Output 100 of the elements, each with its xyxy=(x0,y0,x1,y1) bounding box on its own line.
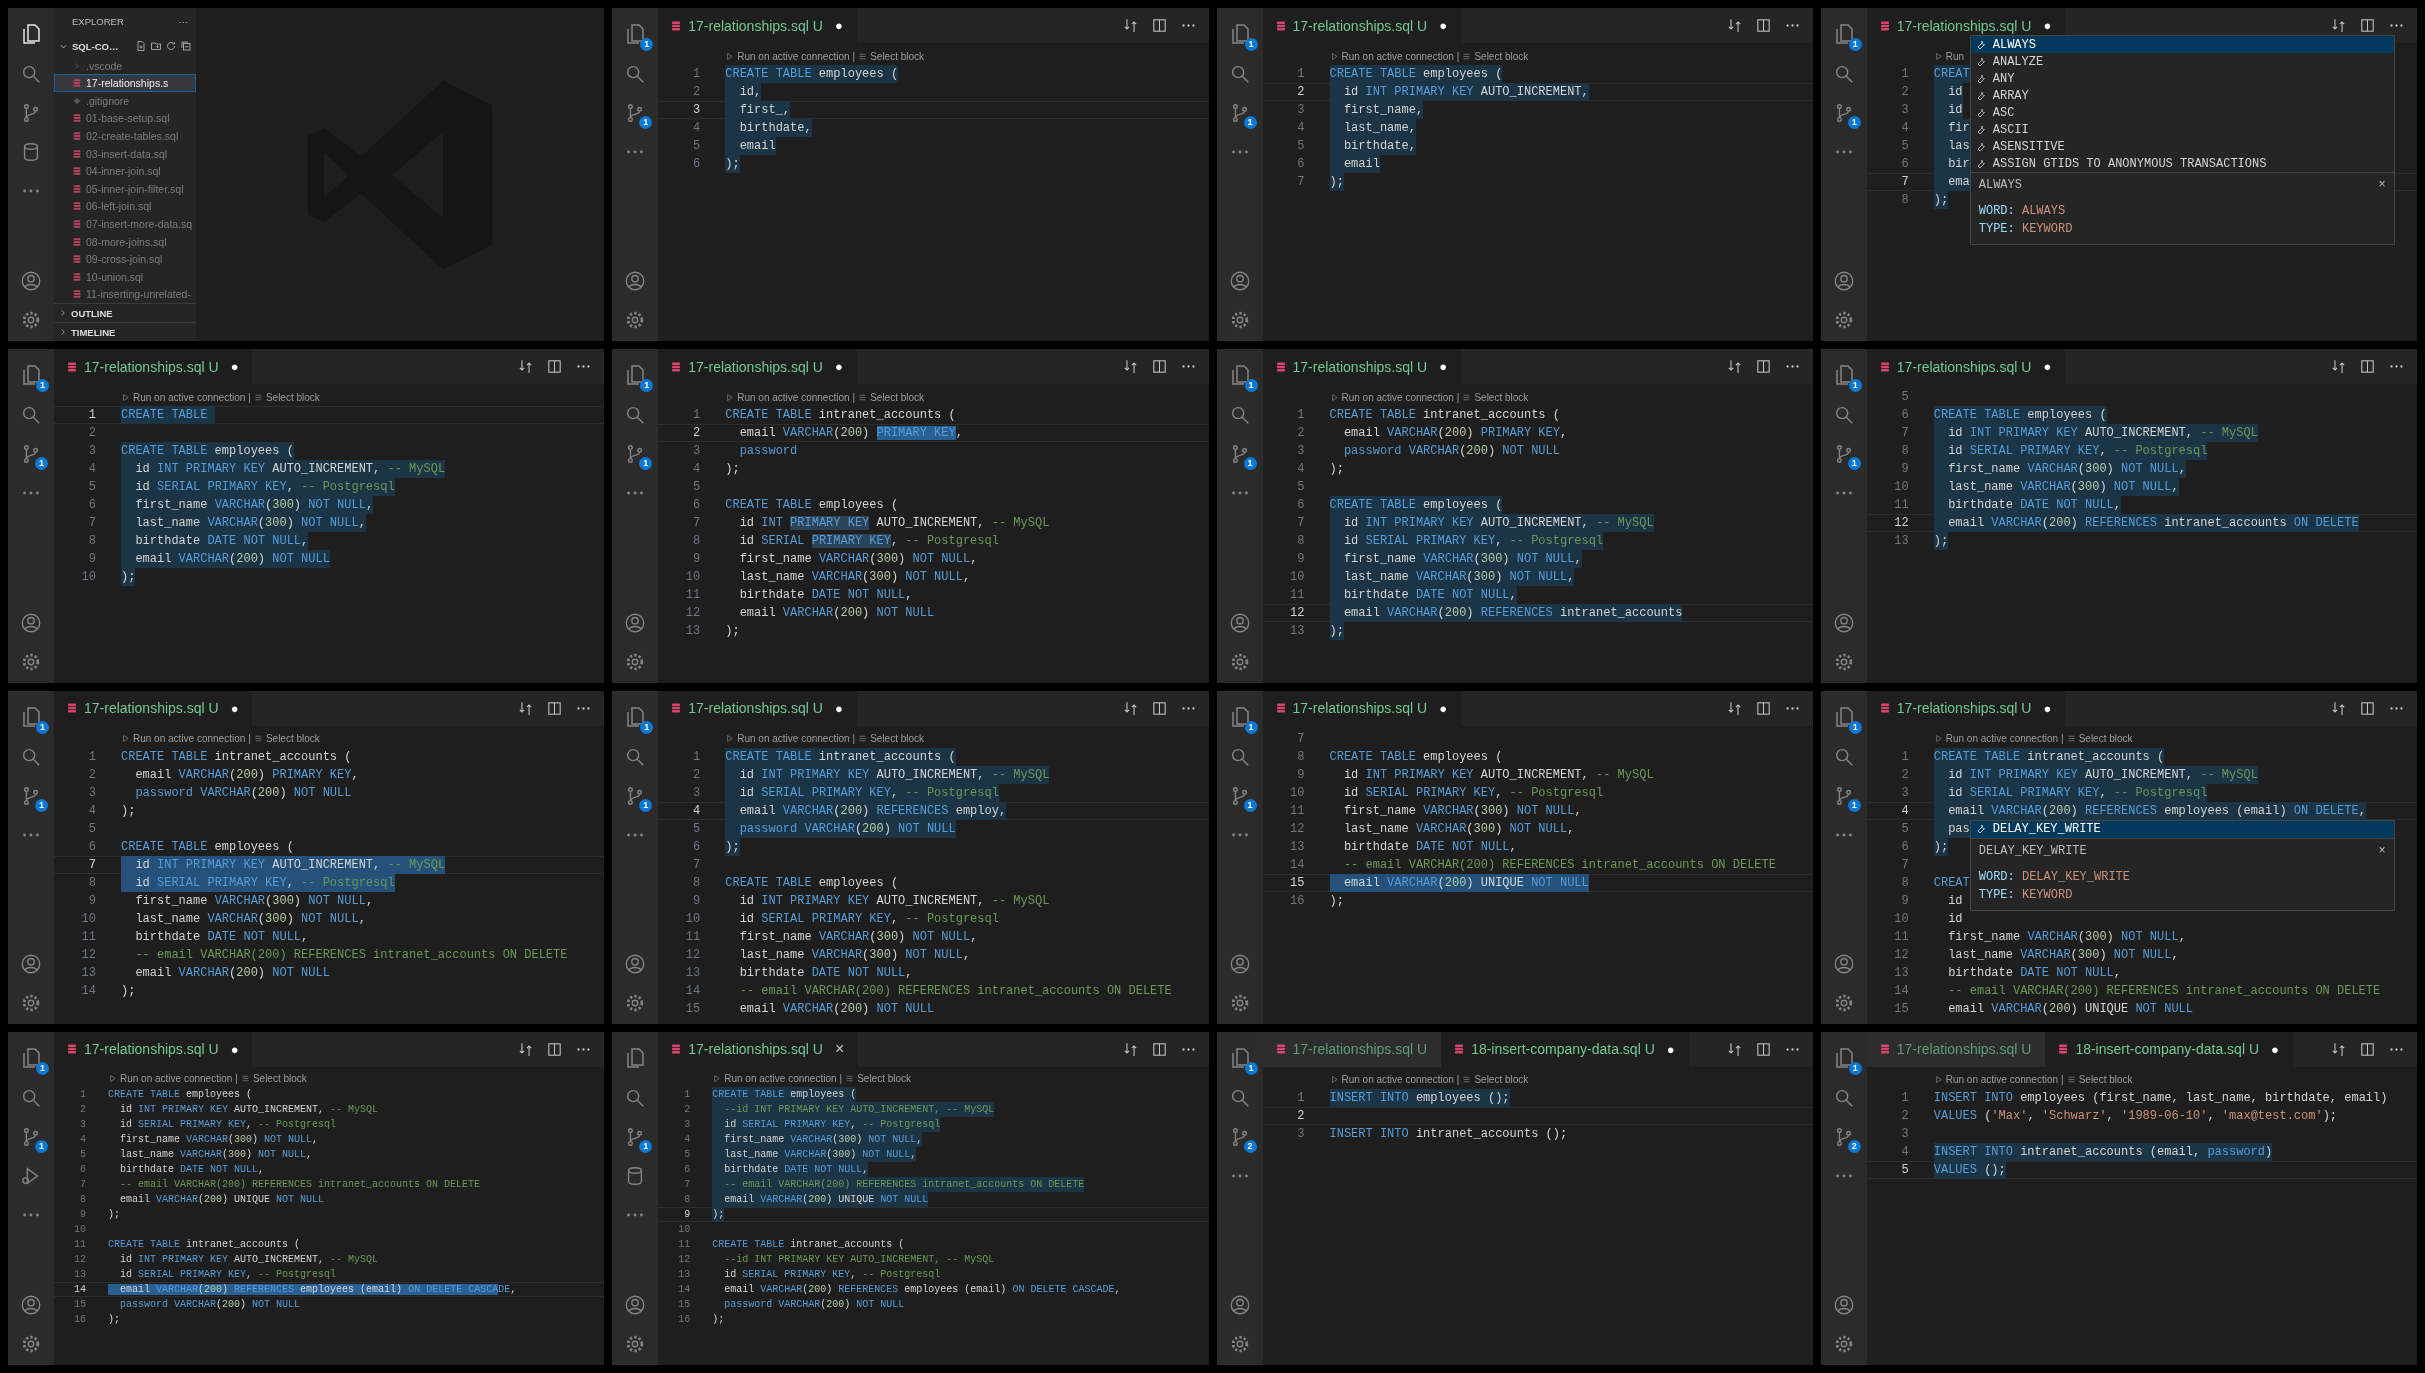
new-folder-icon[interactable] xyxy=(150,40,162,53)
compare-changes-icon[interactable] xyxy=(1725,1040,1743,1058)
account-icon[interactable] xyxy=(1228,952,1251,975)
compare-changes-icon[interactable] xyxy=(2330,17,2347,34)
split-editor-icon[interactable] xyxy=(2359,1040,2376,1058)
collapse-icon[interactable] xyxy=(180,40,192,53)
suggestion-item[interactable]: ARRAY xyxy=(1970,87,2394,104)
account-icon[interactable] xyxy=(1228,611,1251,634)
account-icon[interactable] xyxy=(20,611,42,634)
editor-tab[interactable]: 17-relationships.sql U ● xyxy=(658,349,857,385)
editor-tab[interactable]: 17-relationships.sql U ● xyxy=(54,349,253,385)
search-icon[interactable] xyxy=(20,63,42,85)
run-link[interactable]: Run on active connection xyxy=(1945,733,2059,744)
suggestion-item[interactable]: ASCII xyxy=(1970,121,2394,138)
suggestion-item[interactable]: ASSIGN GTIDS TO ANONYMOUS TRANSACTIONS xyxy=(1970,155,2394,172)
account-icon[interactable] xyxy=(20,952,42,975)
file-item[interactable]: 10-union.sql xyxy=(54,268,196,286)
section-header[interactable]: OUTLINE xyxy=(54,303,196,323)
close-button[interactable]: × xyxy=(2378,178,2386,192)
suggestion-item[interactable]: ASC xyxy=(1970,104,2394,121)
suggestion-item[interactable]: DELAY_KEY_WRITE xyxy=(1970,820,2394,838)
account-icon[interactable] xyxy=(20,1294,42,1316)
account-icon[interactable] xyxy=(1228,1294,1251,1316)
editor-tab[interactable]: 18-insert-company-data.sql U ● xyxy=(2045,1031,2293,1067)
run-link[interactable]: Run on active connection xyxy=(133,391,246,403)
run-link[interactable]: Run xyxy=(1945,50,1965,62)
select-block-link[interactable]: Select block xyxy=(2078,1074,2133,1086)
run-link[interactable]: Run on active connection xyxy=(1341,391,1454,403)
split-editor-icon[interactable] xyxy=(1150,699,1168,717)
compare-changes-icon[interactable] xyxy=(2330,699,2347,717)
compare-changes-icon[interactable] xyxy=(2330,358,2347,376)
account-icon[interactable] xyxy=(1832,270,1855,293)
select-block-link[interactable]: Select block xyxy=(857,1073,912,1085)
split-editor-icon[interactable] xyxy=(2359,699,2376,717)
account-icon[interactable] xyxy=(1832,1294,1855,1316)
close-button[interactable]: × xyxy=(2378,843,2386,858)
select-block-link[interactable]: Select block xyxy=(252,1073,307,1085)
file-item[interactable]: .gitignore xyxy=(54,92,196,110)
split-editor-icon[interactable] xyxy=(546,358,564,376)
run-link[interactable]: Run on active connection xyxy=(724,1073,837,1085)
run-link[interactable]: Run on active connection xyxy=(1341,50,1454,62)
editor-tab[interactable]: 17-relationships.sql U ● xyxy=(1866,690,2066,726)
compare-changes-icon[interactable] xyxy=(1121,17,1139,34)
select-block-link[interactable]: Select block xyxy=(265,733,320,744)
suggestion-item[interactable]: ANALYZE xyxy=(1970,53,2394,70)
file-item[interactable]: 05-inner-join-filter.sql xyxy=(54,180,196,198)
compare-changes-icon[interactable] xyxy=(1121,1040,1139,1058)
section-header[interactable]: TIMELINE xyxy=(54,322,196,342)
more-button[interactable]: ··· xyxy=(178,16,188,28)
split-editor-icon[interactable] xyxy=(2359,358,2376,376)
compare-changes-icon[interactable] xyxy=(517,1040,535,1058)
editor-tab[interactable]: 17-relationships.sql U ● xyxy=(1262,349,1461,385)
editor-tab[interactable]: 17-relationships.sql U xyxy=(1866,1031,2046,1067)
refresh-icon[interactable] xyxy=(165,40,177,53)
account-icon[interactable] xyxy=(1228,270,1251,293)
run-link[interactable]: Run on active connection xyxy=(133,733,246,744)
select-block-link[interactable]: Select block xyxy=(1474,391,1529,403)
new-file-icon[interactable] xyxy=(135,40,147,53)
split-editor-icon[interactable] xyxy=(546,699,564,717)
editor-tab[interactable]: 17-relationships.sql U ● xyxy=(658,8,857,43)
select-block-link[interactable]: Select block xyxy=(870,50,925,62)
editor-tab[interactable]: 17-relationships.sql U ● xyxy=(54,1031,253,1067)
compare-changes-icon[interactable] xyxy=(2330,1040,2347,1058)
editor-tab[interactable]: 17-relationships.sql U xyxy=(1262,1031,1442,1067)
split-editor-icon[interactable] xyxy=(1150,1040,1168,1058)
split-editor-icon[interactable] xyxy=(1754,699,1772,717)
editor-tab[interactable]: 17-relationships.sql U ● xyxy=(1262,8,1461,43)
split-editor-icon[interactable] xyxy=(1150,17,1168,34)
compare-changes-icon[interactable] xyxy=(1121,699,1139,717)
file-item[interactable]: 02-create-tables.sql xyxy=(54,127,196,145)
editor-tab[interactable]: 17-relationships.sql U ● xyxy=(658,690,857,726)
file-item[interactable]: 09-cross-join.sql xyxy=(54,250,196,268)
editor-tab[interactable]: 18-insert-company-data.sql U ● xyxy=(1441,1031,1689,1067)
run-link[interactable]: Run on active connection xyxy=(1341,1074,1454,1086)
run-link[interactable]: Run on active connection xyxy=(737,50,850,62)
account-icon[interactable] xyxy=(1832,952,1855,975)
editor-tab[interactable]: 17-relationships.sql U × xyxy=(658,1031,859,1067)
suggestion-item[interactable]: ALWAYS xyxy=(1970,36,2394,53)
account-icon[interactable] xyxy=(20,270,42,293)
select-block-link[interactable]: Select block xyxy=(870,733,925,744)
file-item[interactable]: 03-insert-data.sql xyxy=(54,144,196,163)
editor-tab[interactable]: 17-relationships.sql U ● xyxy=(1262,690,1461,726)
compare-changes-icon[interactable] xyxy=(1121,358,1139,376)
compare-changes-icon[interactable] xyxy=(517,699,535,717)
split-editor-icon[interactable] xyxy=(2359,17,2376,34)
account-icon[interactable] xyxy=(624,611,647,634)
select-block-link[interactable]: Select block xyxy=(1474,50,1529,62)
file-item[interactable]: 06-left-join.sql xyxy=(54,197,196,216)
select-block-link[interactable]: Select block xyxy=(2078,733,2133,744)
file-item[interactable]: 11-inserting-unrelated- xyxy=(54,285,196,304)
account-icon[interactable] xyxy=(624,952,647,975)
file-item[interactable]: 17-relationships.s xyxy=(54,74,196,93)
compare-changes-icon[interactable] xyxy=(1725,358,1743,376)
select-block-link[interactable]: Select block xyxy=(265,391,320,403)
compare-changes-icon[interactable] xyxy=(1725,17,1743,34)
file-item[interactable]: 08-more-joins.sql xyxy=(54,232,196,251)
file-item[interactable]: .vscode xyxy=(54,56,196,75)
suggestion-item[interactable]: ANY xyxy=(1970,70,2394,87)
suggestion-item[interactable]: ASENSITIVE xyxy=(1970,138,2394,155)
split-editor-icon[interactable] xyxy=(1754,1040,1772,1058)
